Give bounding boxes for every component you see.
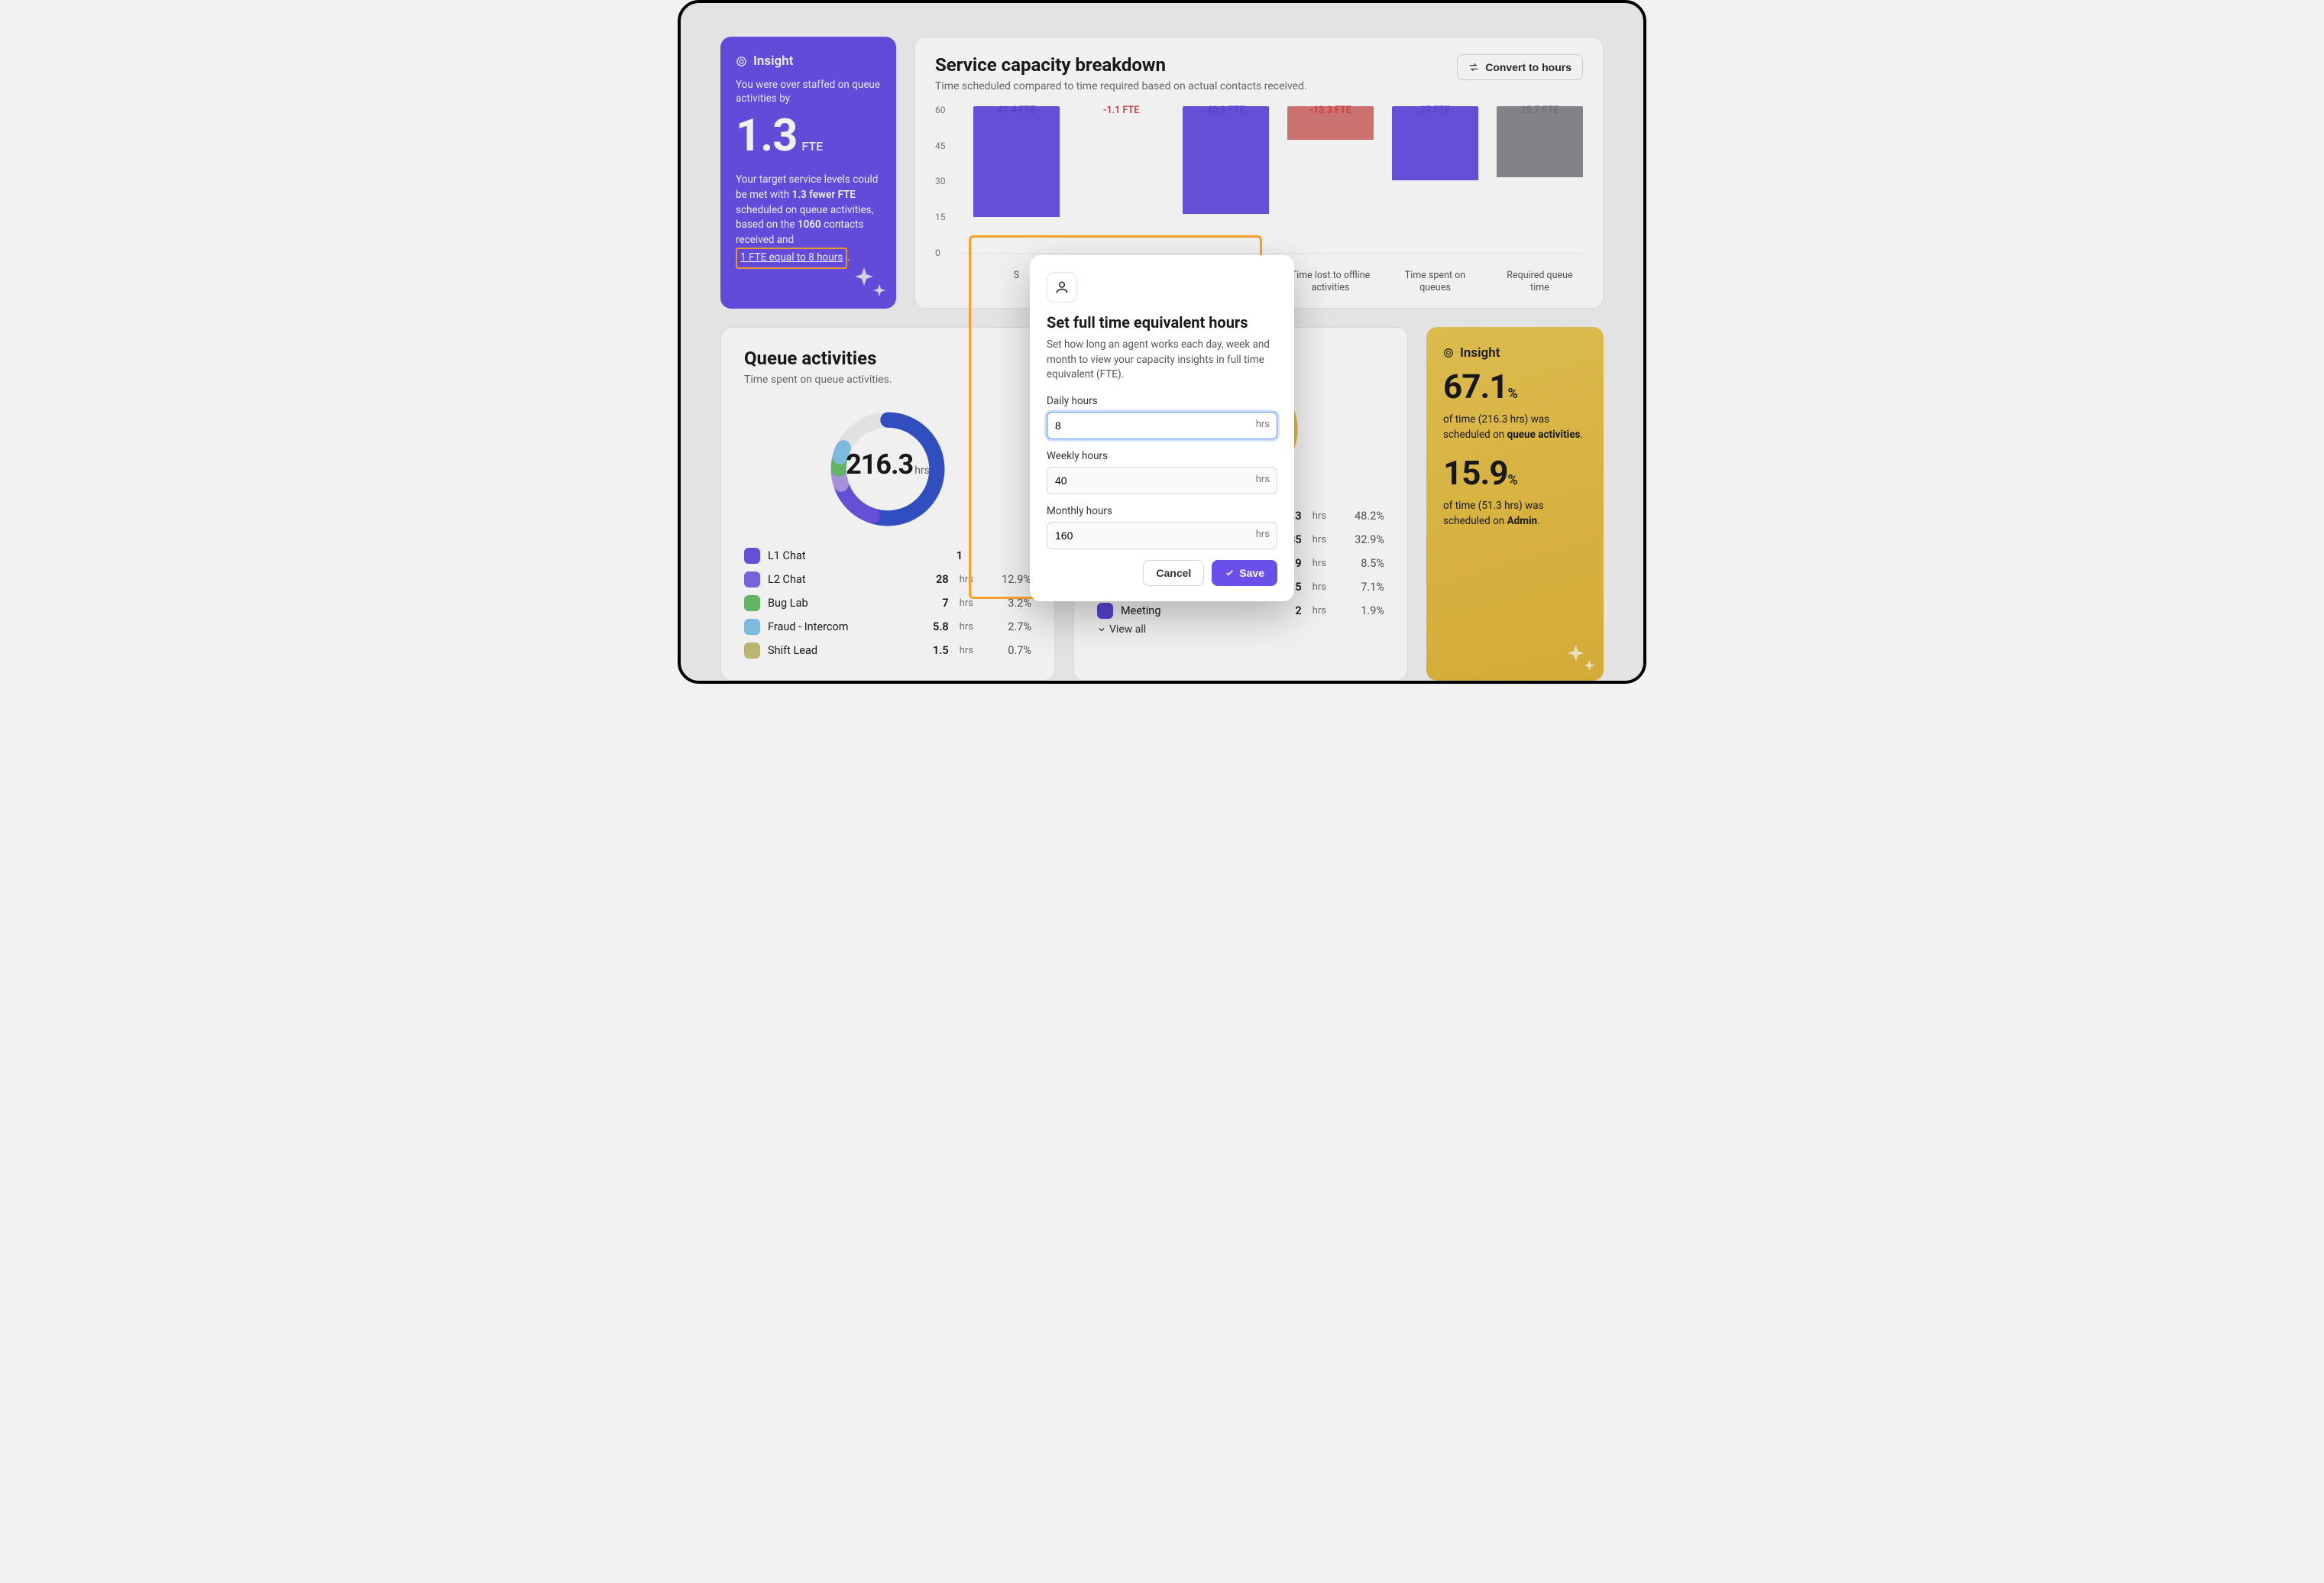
check-icon [1225,568,1235,578]
list-item: Meeting2hrs1.9% [1097,603,1384,619]
insight-subtext: You were over staffed on queue activitie… [736,78,881,105]
weekly-hours-input[interactable] [1047,467,1277,494]
service-capacity-title: Service capacity breakdown [935,54,1307,76]
target-icon [1443,348,1454,358]
monthly-hours-input[interactable] [1047,522,1277,549]
target-icon [736,56,747,67]
monthly-hours-label: Monthly hours [1047,505,1277,517]
insight-heading: Insight [753,53,793,69]
daily-hours-input[interactable] [1047,412,1277,439]
person-icon [1047,272,1077,303]
chart-bar: -13.3 FTE [1287,106,1374,261]
fte-hours-modal: Set full time equivalent hours Set how l… [1030,255,1294,601]
insight-overstaff-card: Insight You were over staffed on queue a… [720,37,896,309]
sparkles-icon [849,263,888,303]
swap-icon [1468,62,1479,73]
insight-body: Your target service levels could be met … [736,173,881,268]
sparkles-icon [1562,641,1597,676]
chart-bar: 27 FTE [1392,106,1478,261]
modal-title: Set full time equivalent hours [1047,313,1277,332]
service-capacity-subtitle: Time scheduled compared to time required… [935,80,1307,92]
insight-time-card: Insight 67.1% of time (216.3 hrs) was sc… [1426,327,1604,681]
view-all-link[interactable]: View all [1097,623,1384,636]
chart-bar: 25.7 FTE [1497,106,1583,261]
list-item: Fraud - Intercom5.8hrs2.7% [744,619,1031,635]
weekly-hours-label: Weekly hours [1047,450,1277,462]
modal-description: Set how long an agent works each day, we… [1047,338,1277,383]
cancel-button[interactable]: Cancel [1143,560,1204,586]
daily-hours-label: Daily hours [1047,395,1277,407]
insight-unit: FTE [801,139,823,154]
chevron-down-icon [1097,625,1106,634]
convert-to-hours-button[interactable]: Convert to hours [1457,54,1583,80]
fte-hours-link[interactable]: 1 FTE equal to 8 hours [736,248,847,269]
insight-value: 1.3 [736,110,797,162]
list-item: Shift Lead1.5hrs0.7% [744,643,1031,659]
save-button[interactable]: Save [1212,560,1277,586]
